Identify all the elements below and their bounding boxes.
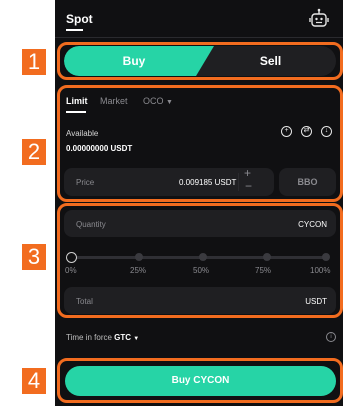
slider-tick-25 [135, 253, 143, 261]
transfer-icon[interactable]: ⇄ [301, 126, 312, 137]
annotation-badge-4: 4 [22, 368, 46, 394]
quantity-label: Quantity [76, 220, 106, 229]
annotation-badge-1: 1 [22, 49, 46, 75]
buy-submit-label: Buy CYCON [171, 375, 230, 386]
robot-icon[interactable] [307, 8, 331, 30]
download-icon[interactable]: ↓ [321, 126, 332, 137]
header-underline [66, 29, 83, 31]
trade-panel: Spot Buy Sell Limit Market OCO ▼ Availab… [55, 0, 343, 406]
price-increment-button[interactable]: + [244, 166, 251, 180]
annotation-badge-2: 2 [22, 139, 46, 165]
price-label: Price [76, 178, 95, 187]
price-field[interactable]: Price 0.009185 USDT + − [64, 166, 274, 196]
amount-slider[interactable] [66, 252, 330, 263]
buy-tab[interactable]: Buy [64, 46, 204, 76]
tab-market[interactable]: Market [100, 96, 128, 106]
time-in-force-label: Time in force [66, 333, 112, 342]
total-label: Total [76, 297, 93, 306]
page-title: Spot [66, 12, 93, 26]
tab-oco-label: OCO [143, 96, 164, 106]
info-icon[interactable]: i [326, 332, 336, 342]
quantity-field[interactable]: Quantity CYCON [64, 210, 336, 237]
slider-handle[interactable] [66, 252, 77, 263]
sell-tab[interactable]: Sell [205, 46, 336, 76]
time-in-force[interactable]: Time in force GTC ▼ [66, 333, 139, 342]
time-in-force-value: GTC [114, 333, 132, 342]
buy-submit-button[interactable]: Buy CYCON [65, 366, 336, 396]
slider-label-75: 75% [255, 266, 272, 275]
header-divider [55, 37, 343, 38]
slider-tick-100 [322, 253, 330, 261]
available-value: 0.00000000 USDT [66, 144, 133, 153]
slider-label-50: 50% [193, 266, 210, 275]
price-divider [238, 173, 239, 191]
price-decrement-button[interactable]: − [245, 179, 252, 193]
slider-label-0: 0% [65, 266, 77, 275]
tab-limit-underline [66, 111, 86, 113]
chevron-down-icon: ▼ [166, 99, 173, 106]
bbo-label: BBO [297, 177, 318, 187]
price-value: 0.009185 USDT [179, 178, 237, 187]
bbo-button[interactable]: BBO [279, 168, 336, 196]
slider-tick-75 [263, 253, 271, 261]
tab-oco[interactable]: OCO ▼ [143, 96, 173, 106]
tab-limit[interactable]: Limit [66, 96, 88, 106]
slider-label-100: 100% [310, 266, 331, 275]
slider-tick-50 [199, 253, 207, 261]
deposit-icon[interactable]: + [281, 126, 292, 137]
slider-label-25: 25% [130, 266, 147, 275]
total-field[interactable]: Total USDT [64, 287, 336, 314]
chevron-down-icon: ▼ [133, 336, 140, 342]
available-label: Available [66, 129, 99, 138]
annotation-badge-3: 3 [22, 244, 46, 270]
quantity-unit: CYCON [298, 220, 327, 229]
total-unit: USDT [305, 297, 327, 306]
